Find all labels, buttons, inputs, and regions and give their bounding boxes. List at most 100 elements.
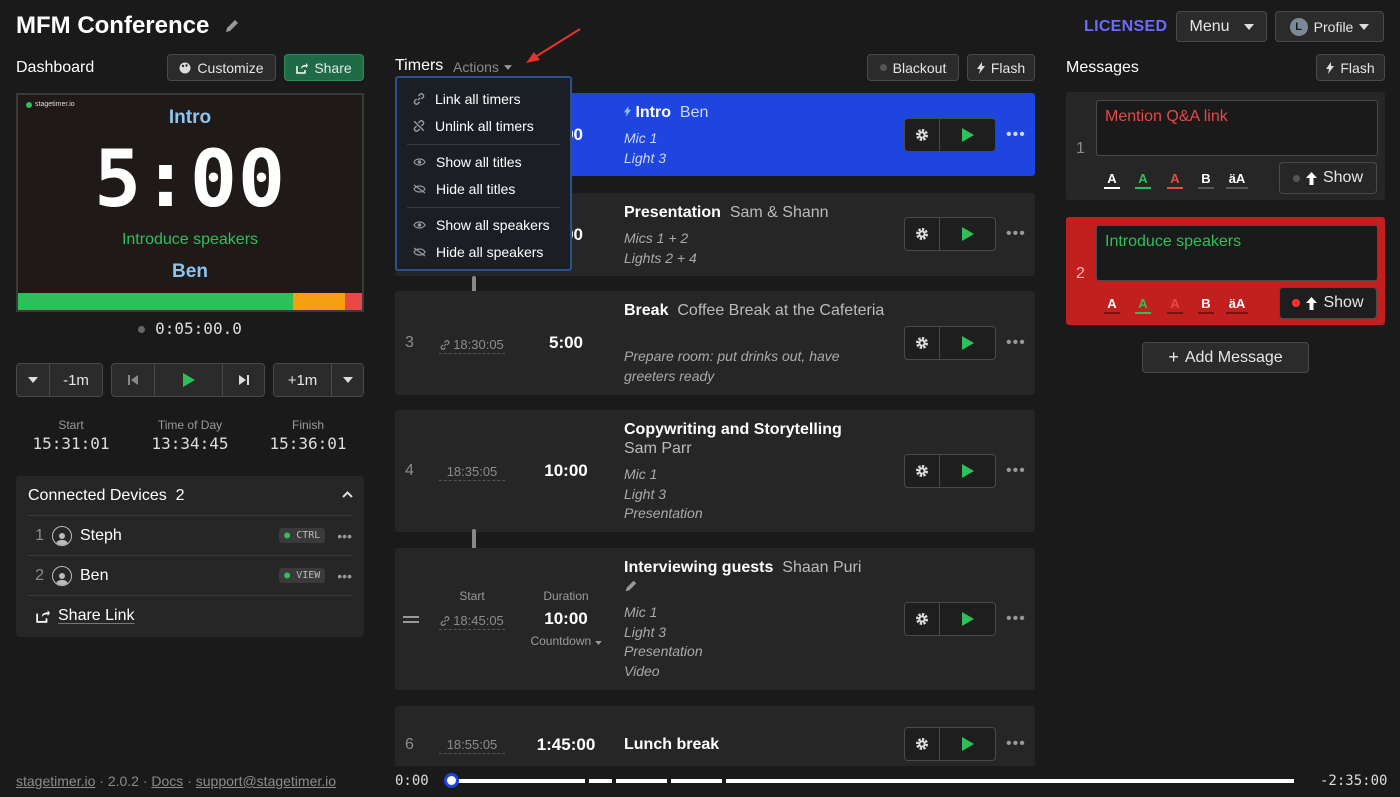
timer-settings-button[interactable] [904, 118, 940, 152]
message-card: 1 Mention Q&A link A A A B äA Show [1066, 92, 1385, 200]
next-button[interactable] [222, 364, 264, 396]
timer-row-interviewing[interactable]: Start 18:45:05 Duration 10:00 Countdown … [395, 548, 1035, 690]
format-bold-button[interactable]: B [1198, 296, 1214, 314]
timeline-playhead[interactable] [444, 773, 459, 788]
menu-item-unlink-all[interactable]: Unlink all timers [413, 118, 534, 134]
timer-play-button[interactable] [939, 727, 996, 761]
gear-icon [916, 228, 928, 240]
add-minute-button[interactable]: +1m [274, 364, 331, 396]
device-more-icon[interactable]: ••• [337, 528, 352, 544]
timeline-segment[interactable] [452, 779, 585, 783]
app-title: MFM Conference [16, 12, 210, 39]
edit-timer-icon[interactable] [624, 579, 638, 596]
device-more-icon[interactable]: ••• [337, 568, 352, 584]
lightning-icon [624, 106, 631, 117]
menu-item-show-speakers[interactable]: Show all speakers [413, 217, 550, 233]
transport-controls[interactable] [111, 363, 265, 397]
timeline-segment[interactable] [671, 779, 722, 783]
menu-item-hide-speakers[interactable]: Hide all speakers [413, 244, 543, 260]
timer-settings-button[interactable] [904, 727, 940, 761]
chevron-up-icon[interactable] [342, 491, 353, 498]
customize-button[interactable]: Customize [167, 54, 276, 81]
timer-more-icon[interactable]: ••• [1006, 610, 1026, 628]
timeline-segment[interactable] [616, 779, 667, 783]
timer-play-button[interactable] [939, 326, 996, 360]
timer-play-button[interactable] [939, 454, 996, 488]
add-message-button[interactable]: + Add Message [1142, 342, 1309, 373]
annotation-arrow-icon [526, 28, 581, 63]
timer-settings-button[interactable] [904, 326, 940, 360]
timer-more-icon[interactable]: ••• [1006, 126, 1026, 144]
play-icon [961, 336, 974, 350]
timer-row-break[interactable]: 3 18:30:05 5:00 Break Coffee Break at th… [395, 291, 1035, 395]
format-case-button[interactable]: äA [1226, 171, 1248, 189]
site-link[interactable]: stagetimer.io [16, 773, 95, 789]
progress-bar [18, 293, 362, 310]
play-icon [961, 464, 974, 478]
blackout-button[interactable]: Blackout [867, 54, 959, 81]
timer-settings-button[interactable] [904, 602, 940, 636]
timer-play-button[interactable] [939, 602, 996, 636]
format-bold-button[interactable]: B [1198, 171, 1214, 189]
timer-mode-select[interactable]: Countdown [519, 634, 613, 648]
skip-forward-icon [238, 375, 249, 385]
plus-options-button[interactable] [331, 364, 363, 396]
link-icon [440, 615, 450, 626]
palette-icon [179, 62, 191, 73]
menu-item-link-all[interactable]: Link all timers [413, 91, 521, 107]
start-button[interactable] [154, 364, 222, 396]
timer-play-button[interactable] [939, 118, 996, 152]
format-case-button[interactable]: äA [1226, 296, 1248, 314]
start-time: Start 15:31:01 [32, 418, 110, 453]
timeline-segment[interactable] [589, 779, 612, 783]
edit-title-icon[interactable] [224, 18, 240, 37]
timer-preview[interactable]: stagetimer.io Intro 5:00 Introduce speak… [16, 93, 364, 312]
actions-dropdown: Link all timers Unlink all timers Show a… [395, 76, 572, 271]
timeline-segment[interactable] [726, 779, 1294, 783]
customize-label: Customize [197, 59, 264, 76]
timer-more-icon[interactable]: ••• [1006, 225, 1026, 243]
actions-button[interactable]: Actions [453, 59, 512, 75]
timer-play-button[interactable] [939, 217, 996, 251]
share-button[interactable]: Share [284, 54, 364, 81]
timer-start-time[interactable]: 18:35:05 [439, 464, 505, 481]
format-red-button[interactable]: A [1167, 171, 1183, 189]
plus-control[interactable]: +1m [273, 363, 364, 397]
message-input[interactable]: Mention Q&A link [1096, 100, 1378, 156]
format-green-button[interactable]: A [1135, 296, 1151, 314]
timer-start-time[interactable]: 18:30:05 [439, 337, 505, 354]
format-white-button[interactable]: A [1104, 171, 1120, 189]
profile-button[interactable]: L Profile [1275, 11, 1384, 42]
show-message-button[interactable]: Show [1279, 162, 1377, 194]
user-icon [52, 565, 72, 586]
messages-flash-button[interactable]: Flash [1316, 54, 1385, 81]
format-green-button[interactable]: A [1135, 171, 1151, 189]
minus-control[interactable]: -1m [16, 363, 103, 397]
format-red-button[interactable]: A [1167, 296, 1183, 314]
gear-icon [916, 465, 928, 477]
status-dot-icon [1292, 174, 1300, 182]
support-link[interactable]: support@stagetimer.io [196, 773, 336, 789]
minus-options-button[interactable] [17, 364, 49, 396]
drag-handle-icon[interactable] [403, 616, 419, 623]
timers-flash-button[interactable]: Flash [967, 54, 1035, 81]
timer-more-icon[interactable]: ••• [1006, 334, 1026, 352]
timer-start-time[interactable]: 18:55:05 [439, 737, 505, 754]
show-message-button[interactable]: Show [1279, 287, 1377, 319]
format-white-button[interactable]: A [1104, 296, 1120, 314]
menu-item-hide-titles[interactable]: Hide all titles [413, 181, 515, 197]
timer-start-time[interactable]: 18:45:05 [439, 613, 505, 630]
timer-settings-button[interactable] [904, 217, 940, 251]
previous-button[interactable] [112, 364, 154, 396]
subtract-minute-button[interactable]: -1m [49, 364, 102, 396]
timer-more-icon[interactable]: ••• [1006, 462, 1026, 480]
timer-settings-button[interactable] [904, 454, 940, 488]
menu-item-show-titles[interactable]: Show all titles [413, 154, 522, 170]
docs-link[interactable]: Docs [151, 773, 183, 789]
timer-row-lunch[interactable]: 6 18:55:05 1:45:00 Lunch break ••• [395, 706, 1035, 766]
timer-more-icon[interactable]: ••• [1006, 735, 1026, 753]
menu-button[interactable]: Menu [1176, 11, 1267, 42]
share-link-button[interactable]: Share Link [36, 607, 135, 625]
timer-row-copywriting[interactable]: 4 18:35:05 10:00 Copywriting and Storyte… [395, 410, 1035, 532]
message-input[interactable]: Introduce speakers [1096, 225, 1378, 281]
